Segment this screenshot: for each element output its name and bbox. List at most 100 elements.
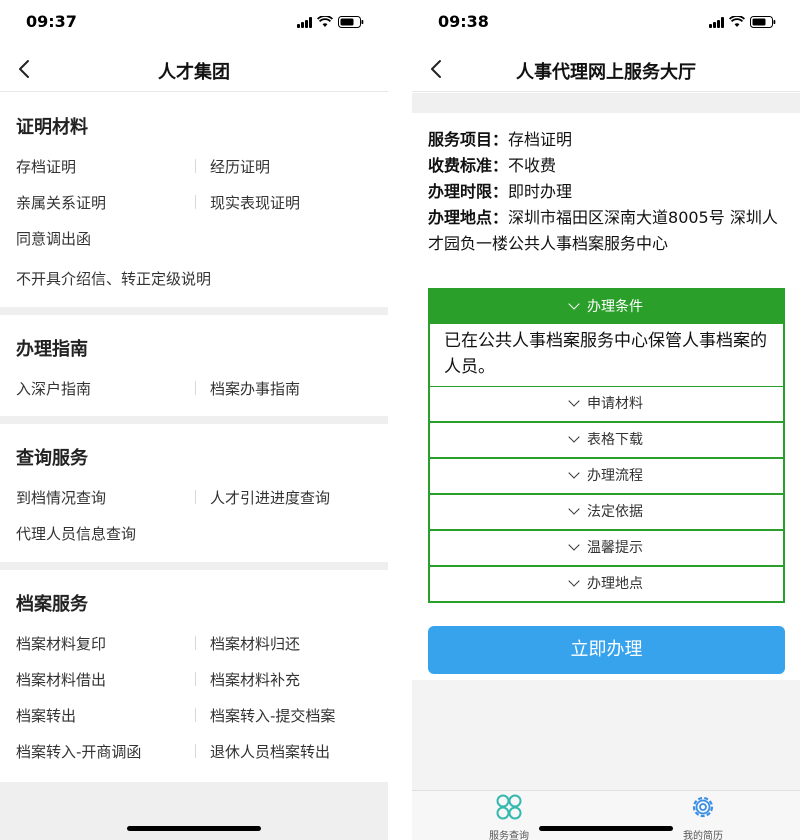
section-cert: 证明材料 存档证明 经历证明 亲属关系证明 现实表现证明 同意调出函 不开具介绍… xyxy=(0,93,388,307)
accordion-row-location[interactable]: 办理地点 xyxy=(428,567,785,603)
accordion-row-materials[interactable]: 申请材料 xyxy=(428,387,785,423)
list-item-cert-4[interactable]: 同意调出函 xyxy=(16,228,91,249)
accordion-row-tips[interactable]: 温馨提示 xyxy=(428,531,785,567)
section-gap xyxy=(0,307,388,315)
chevron-down-icon xyxy=(568,503,580,515)
bottom-gap xyxy=(0,782,388,840)
info-value: 即时办理 xyxy=(508,182,573,201)
right-screen: 09:38 人事代理网上服务大厅 服务项目：存档证明 收费标准：不收费 办理时限… xyxy=(412,0,800,840)
list-item-query-0[interactable]: 到档情况查询 xyxy=(16,487,106,508)
accordion-row-label: 温馨提示 xyxy=(587,540,643,556)
accordion-body: 已在公共人事档案服务中心保管人事档案的人员。 xyxy=(430,324,783,388)
page-title: 人才集团 xyxy=(158,62,230,83)
info-value: 不收费 xyxy=(508,156,557,175)
divider xyxy=(195,381,196,395)
service-info-row: 服务项目：存档证明 xyxy=(428,127,788,153)
status-icons xyxy=(709,15,776,29)
section-guide: 办理指南 入深户指南 档案办事指南 xyxy=(0,315,388,416)
accordion-row-label: 申请材料 xyxy=(587,396,643,412)
signal-icon xyxy=(709,16,724,28)
page-title: 人事代理网上服务大厅 xyxy=(516,62,696,83)
section-archive: 档案服务 档案材料复印 档案材料归还 档案材料借出 档案材料补充 档案转出 档案… xyxy=(0,570,388,782)
list-item-archive-6[interactable]: 档案转入-开商调函 xyxy=(16,741,141,762)
accordion-row-label: 办理地点 xyxy=(587,576,643,592)
list-item-cert-5[interactable]: 不开具介绍信、转正定级说明 xyxy=(16,268,211,289)
status-bar: 09:37 xyxy=(0,0,388,46)
top-strip xyxy=(412,93,800,113)
list-item-archive-2[interactable]: 档案材料借出 xyxy=(16,669,106,690)
accordion-header-conditions[interactable]: 办理条件 xyxy=(430,290,783,324)
list-item-cert-2[interactable]: 亲属关系证明 xyxy=(16,192,106,213)
left-screen: 09:37 人才集团 证明材料 存档证明 经历证明 亲属关系证明 现实表现证明 … xyxy=(0,0,388,840)
home-indicator xyxy=(539,826,673,831)
list-item-query-1[interactable]: 人才引进进度查询 xyxy=(210,487,330,508)
chevron-down-icon xyxy=(568,539,580,551)
list-item-archive-7[interactable]: 退休人员档案转出 xyxy=(210,741,330,762)
battery-icon xyxy=(338,16,364,28)
info-label: 服务项目： xyxy=(428,130,509,149)
chevron-down-icon xyxy=(568,395,580,407)
content-bottom-area xyxy=(412,680,800,790)
tab-bar: 服务查询 我的简历 xyxy=(412,790,800,840)
battery-icon xyxy=(750,16,776,28)
status-time: 09:37 xyxy=(26,12,77,31)
home-indicator xyxy=(127,826,261,831)
tab-my-resume[interactable]: 我的简历 xyxy=(658,793,748,840)
list-item-archive-1[interactable]: 档案材料归还 xyxy=(210,633,300,654)
status-bar: 09:38 xyxy=(412,0,800,46)
section-gap xyxy=(0,562,388,570)
wifi-icon xyxy=(729,16,745,27)
info-value: 存档证明 xyxy=(508,130,573,149)
list-item-guide-0[interactable]: 入深户指南 xyxy=(16,378,91,399)
section-title-guide: 办理指南 xyxy=(16,339,88,360)
accordion-open-panel: 办理条件 已在公共人事档案服务中心保管人事档案的人员。 xyxy=(428,288,785,390)
chevron-down-icon xyxy=(568,467,580,479)
divider xyxy=(195,195,196,209)
list-item-guide-1[interactable]: 档案办事指南 xyxy=(210,378,300,399)
status-icons xyxy=(297,15,364,29)
status-time: 09:38 xyxy=(438,12,489,31)
place-info-row: 办理地点：深圳市福田区深南大道8005号 深圳人才园负一楼公共人事档案服务中心 xyxy=(428,205,788,257)
signal-icon xyxy=(297,16,312,28)
nav-bar: 人事代理网上服务大厅 xyxy=(412,46,800,92)
grid-icon xyxy=(496,794,522,820)
chevron-down-icon xyxy=(568,298,580,310)
gear-icon xyxy=(692,796,714,818)
nav-bar: 人才集团 xyxy=(0,46,388,92)
list-item-archive-4[interactable]: 档案转出 xyxy=(16,705,76,726)
accordion-row-forms[interactable]: 表格下载 xyxy=(428,423,785,459)
info-label: 办理地点： xyxy=(428,208,509,227)
tab-service-query[interactable]: 服务查询 xyxy=(464,793,554,840)
list-item-query-2[interactable]: 代理人员信息查询 xyxy=(16,523,136,544)
section-title-cert: 证明材料 xyxy=(16,117,88,138)
divider xyxy=(195,708,196,722)
accordion-row-process[interactable]: 办理流程 xyxy=(428,459,785,495)
accordion-row-legal[interactable]: 法定依据 xyxy=(428,495,785,531)
section-query: 查询服务 到档情况查询 人才引进进度查询 代理人员信息查询 xyxy=(0,424,388,562)
accordion-row-label: 办理流程 xyxy=(587,468,643,484)
chevron-down-icon xyxy=(568,431,580,443)
section-title-query: 查询服务 xyxy=(16,448,88,469)
chevron-down-icon xyxy=(568,575,580,587)
divider xyxy=(195,672,196,686)
divider xyxy=(195,744,196,758)
info-label: 收费标准： xyxy=(428,156,509,175)
wifi-icon xyxy=(317,16,333,27)
list-item-cert-0[interactable]: 存档证明 xyxy=(16,156,76,177)
divider xyxy=(195,159,196,173)
accordion-row-label: 表格下载 xyxy=(587,432,643,448)
apply-now-button[interactable]: 立即办理 xyxy=(428,626,785,674)
list-item-archive-5[interactable]: 档案转入-提交档案 xyxy=(210,705,335,726)
list-item-cert-1[interactable]: 经历证明 xyxy=(210,156,270,177)
time-info-row: 办理时限：即时办理 xyxy=(428,179,788,205)
list-item-archive-0[interactable]: 档案材料复印 xyxy=(16,633,106,654)
accordion-title: 办理条件 xyxy=(587,299,643,315)
section-title-archive: 档案服务 xyxy=(16,594,88,615)
accordion-row-label: 法定依据 xyxy=(587,504,643,520)
list-item-archive-3[interactable]: 档案材料补充 xyxy=(210,669,300,690)
info-label: 办理时限： xyxy=(428,182,509,201)
divider xyxy=(195,490,196,504)
list-item-cert-3[interactable]: 现实表现证明 xyxy=(210,192,300,213)
divider xyxy=(195,636,196,650)
fee-info-row: 收费标准：不收费 xyxy=(428,153,788,179)
